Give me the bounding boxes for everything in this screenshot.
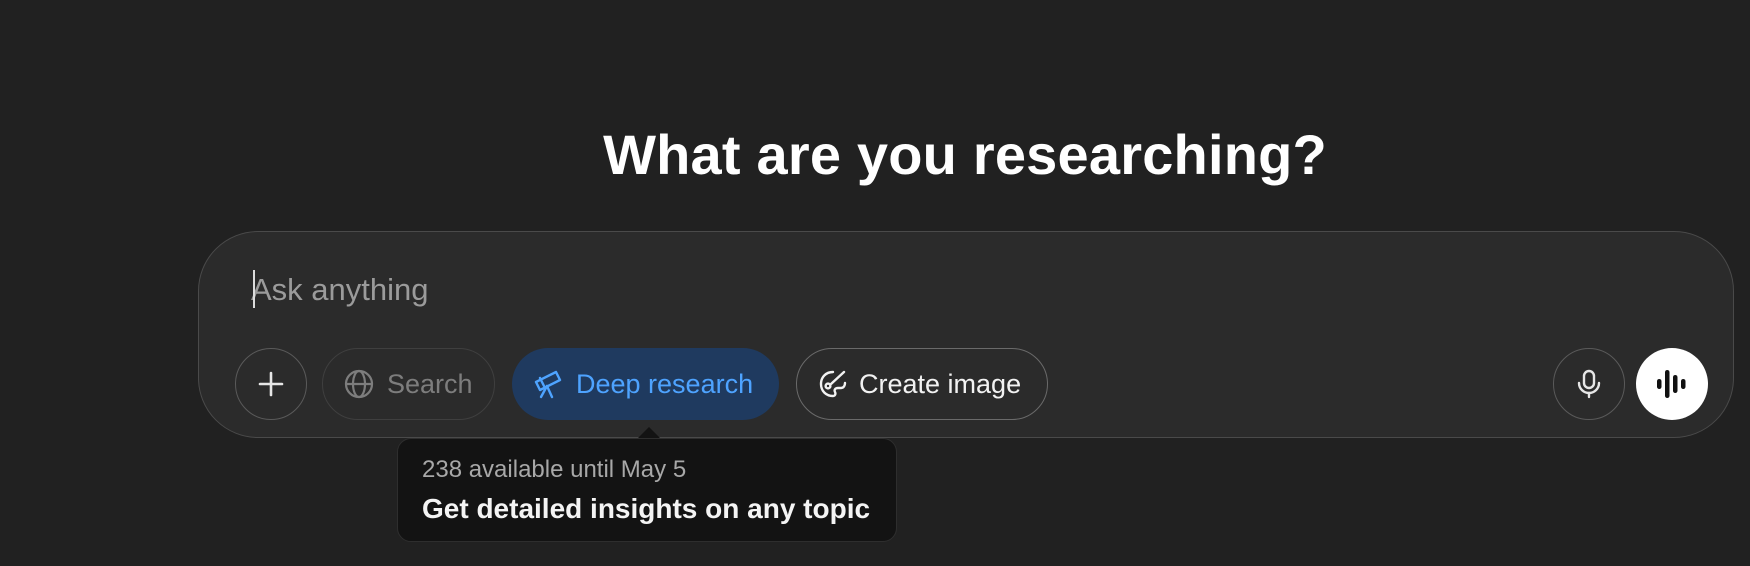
search-button[interactable]: Search (322, 348, 495, 420)
plus-icon (257, 370, 285, 398)
text-caret (253, 270, 255, 308)
composer: Search Deep research Crea (198, 231, 1734, 438)
page-title: What are you researching? (603, 123, 1327, 186)
deep-research-tooltip: 238 available until May 5 Get detailed i… (397, 438, 897, 542)
palette-icon (817, 368, 849, 400)
tooltip-usage-text: 238 available until May 5 (422, 456, 687, 483)
search-label: Search (387, 368, 473, 399)
page: What are you researching? Search (0, 0, 1750, 566)
voice-mode-button[interactable] (1636, 348, 1708, 420)
deep-research-button[interactable]: Deep research (512, 348, 779, 420)
dictate-button[interactable] (1553, 348, 1625, 420)
voice-waveform-icon (1654, 366, 1690, 402)
globe-icon (343, 368, 375, 400)
prompt-input[interactable] (251, 266, 1651, 314)
telescope-icon (532, 368, 564, 400)
deep-research-label: Deep research (576, 368, 754, 399)
add-attachment-button[interactable] (235, 348, 307, 420)
create-image-label: Create image (859, 368, 1022, 399)
tooltip-description: Get detailed insights on any topic (422, 493, 871, 524)
create-image-button[interactable]: Create image (796, 348, 1048, 420)
microphone-icon (1575, 369, 1603, 399)
